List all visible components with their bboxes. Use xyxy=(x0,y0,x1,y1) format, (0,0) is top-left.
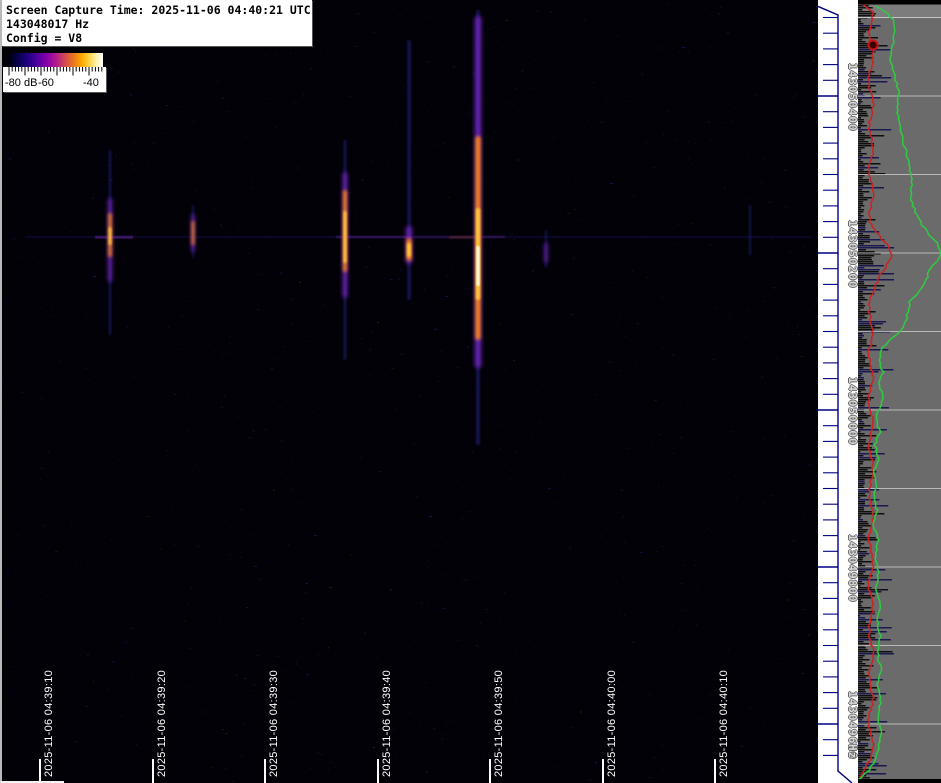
colorbar-label-mid: -60 xyxy=(38,77,54,89)
capture-time-text: Screen Capture Time: 2025-11-06 04:40:21… xyxy=(6,3,312,17)
time-label-text: 2025-11-06 04:39:10 xyxy=(43,670,55,777)
time-label-text: 2025-11-06 04:39:50 xyxy=(493,670,505,777)
time-label-text: 2025-11-06 04:39:20 xyxy=(156,670,168,777)
time-label-text: 2025-11-06 04:39:30 xyxy=(268,670,280,777)
time-tick xyxy=(152,759,154,783)
time-label-text: 2025-11-06 04:40:00 xyxy=(606,670,618,777)
time-tick xyxy=(489,759,491,783)
time-tick xyxy=(602,759,604,783)
time-tick xyxy=(264,759,266,783)
time-label-text: 2025-11-06 04:40:10 xyxy=(718,670,730,777)
time-label-text: 2025-11-06 04:39:40 xyxy=(381,670,393,777)
spectrum-marker-dot xyxy=(869,41,878,50)
capture-info-box: Screen Capture Time: 2025-11-06 04:40:21… xyxy=(2,0,312,46)
time-tick xyxy=(39,759,41,783)
colorbar-label-max: -40 xyxy=(83,77,99,89)
capture-frequency-text: 143048017 Hz xyxy=(6,17,312,31)
colorbar-label-min: -80 dB xyxy=(5,77,37,89)
screen-capture-root: 2025-11-06 04:39:10 2025-11-06 04:39:20 20… xyxy=(0,0,941,783)
time-tick xyxy=(714,759,716,783)
spectrogram-waterfall xyxy=(0,0,820,783)
colorbar-gradient xyxy=(8,53,103,67)
capture-config-text: Config = V8 xyxy=(6,31,312,45)
window-edge-left xyxy=(0,0,2,783)
spectrum-panel xyxy=(858,0,941,783)
colorbar-ruler-ticks xyxy=(3,67,106,77)
colorbar-labels: -80 dB -60 -40 xyxy=(3,77,106,91)
time-tick xyxy=(377,759,379,783)
